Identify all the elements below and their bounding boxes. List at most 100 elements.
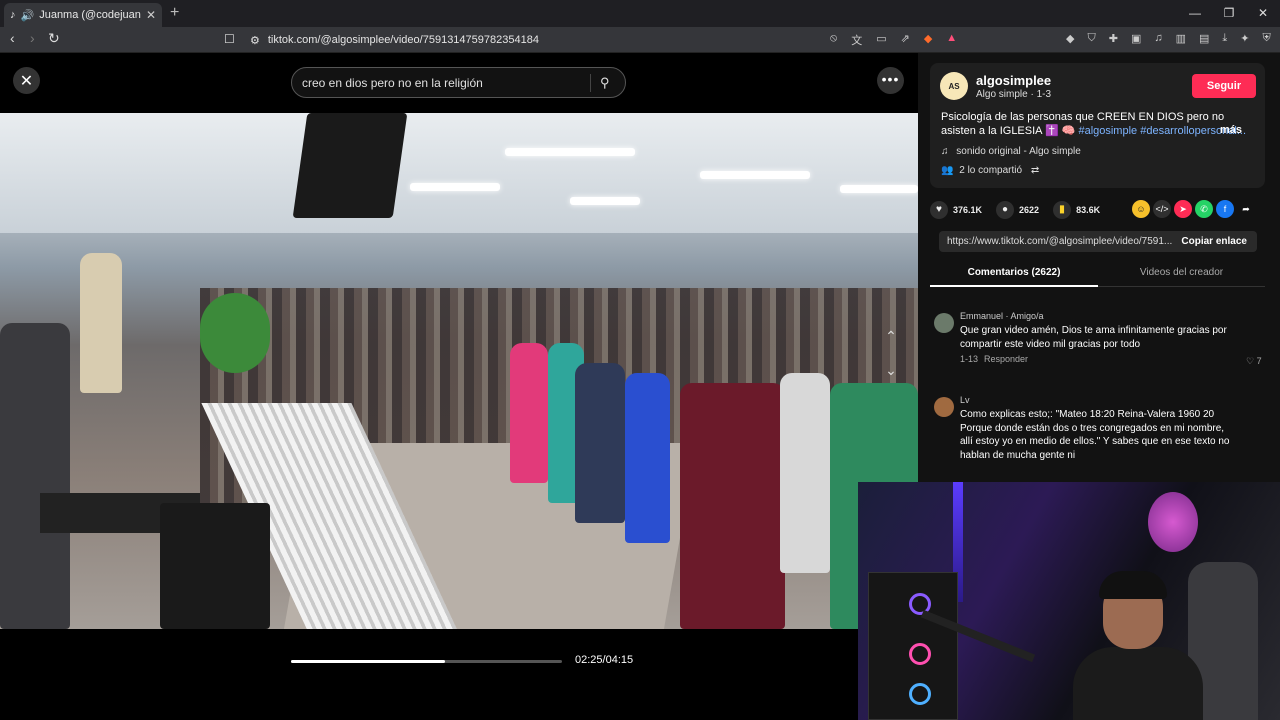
search-divider xyxy=(590,74,591,92)
bookmark-icon[interactable]: ☐ xyxy=(224,32,235,46)
copy-link-button[interactable]: Copiar enlace xyxy=(1181,236,1247,247)
sidebar-icon[interactable]: ▥ xyxy=(1176,32,1186,45)
reply-button[interactable]: Responder xyxy=(984,354,1028,364)
gift-icon[interactable]: ☺ xyxy=(1132,200,1150,218)
comment-author[interactable]: Lv xyxy=(960,395,970,405)
search-bar[interactable]: creo en dios pero no en la religión ⚲ xyxy=(291,67,626,98)
minimize-icon[interactable]: — xyxy=(1178,0,1212,27)
close-window-icon[interactable]: ✕ xyxy=(1246,0,1280,27)
extension-shield-icon[interactable]: ⛉ xyxy=(1087,32,1095,45)
webcam-fan xyxy=(909,643,931,665)
site-info-icon[interactable]: ⚙ xyxy=(250,34,260,47)
video-figure xyxy=(625,373,670,543)
video-light xyxy=(505,148,635,156)
close-video-button[interactable]: ✕ xyxy=(13,67,40,94)
comment-like-button[interactable]: ♡ 7 xyxy=(1246,356,1262,367)
tab-creator-videos[interactable]: Videos del creador xyxy=(1098,267,1265,278)
heart-icon: ♥ xyxy=(930,201,948,219)
facebook-icon[interactable]: f xyxy=(1216,200,1234,218)
back-icon[interactable]: ‹ xyxy=(10,30,15,46)
like-count: 376.1K xyxy=(953,205,983,215)
leo-icon[interactable]: ✦ xyxy=(1240,32,1249,45)
comment-author[interactable]: Emmanuel · Amigo/a xyxy=(960,311,1044,321)
webcam-person-body xyxy=(1073,647,1203,720)
send-icon[interactable]: ➤ xyxy=(1174,200,1192,218)
comment-text: Que gran video amén, Dios te ama infinit… xyxy=(960,325,1227,350)
reload-icon[interactable]: ↻ xyxy=(48,30,60,47)
comment-button[interactable]: ● 2622 xyxy=(996,201,1039,219)
media-icon[interactable]: ♫ xyxy=(1154,32,1162,45)
comment-date: 1-13 xyxy=(960,354,979,364)
like-button[interactable]: ♥ 376.1K xyxy=(930,201,982,219)
address-bar-actions: ⦸ 文 ▭ ⇗ ◆ ▲ xyxy=(830,32,957,48)
sound-name: sonido original - Algo simple xyxy=(956,146,1081,157)
cast-icon[interactable]: ▭ xyxy=(876,32,886,48)
video-flowers xyxy=(200,293,270,373)
search-icon[interactable]: ⚲ xyxy=(600,75,610,91)
translate-icon[interactable]: 文 xyxy=(851,32,862,48)
comment-item: Emmanuel · Amigo/a Que gran video amén, … xyxy=(934,311,1274,371)
creator-username[interactable]: algosimplee xyxy=(976,73,1051,88)
bookmark-icon: ▮ xyxy=(1053,201,1072,219)
next-video-icon[interactable]: ⌄ xyxy=(878,362,904,384)
panel-tabs: Comentarios (2622) Videos del creador xyxy=(930,263,1265,287)
forward-icon[interactable]: › xyxy=(30,30,35,46)
close-icon: ✕ xyxy=(19,72,34,90)
more-options-button[interactable]: ••• xyxy=(877,67,904,94)
window-controls: — ❐ ✕ xyxy=(1178,0,1280,27)
comment-text: Como explicas esto;: "Mateo 18:20 Reina-… xyxy=(960,409,1230,461)
video-speaker xyxy=(292,113,408,218)
sound-row[interactable]: ♫ sonido original - Algo simple xyxy=(941,146,1081,157)
extension-puzzle-icon[interactable]: ✚ xyxy=(1109,32,1118,45)
video-link[interactable]: https://www.tiktok.com/@algosimplee/vide… xyxy=(947,236,1172,247)
video-light xyxy=(570,197,640,205)
vpn-icon[interactable]: ⛨ xyxy=(1263,32,1271,45)
audio-playing-icon[interactable]: 🔊 xyxy=(21,9,35,22)
video-stage: ✕ creo en dios pero no en la religión ⚲ … xyxy=(0,53,918,720)
restore-icon[interactable]: ❐ xyxy=(1212,0,1246,27)
video-player[interactable] xyxy=(0,113,918,629)
comment-icon: ● xyxy=(996,201,1015,219)
video-light xyxy=(410,183,500,191)
download-icon[interactable]: ⤓ xyxy=(1222,32,1227,45)
avatar[interactable] xyxy=(934,313,954,333)
close-tab-icon[interactable]: ✕ xyxy=(146,8,156,22)
embed-icon[interactable]: </> xyxy=(1153,200,1171,218)
video-figure xyxy=(780,373,830,573)
creator-card: AS algosimplee Algo simple · 1-3 Seguir … xyxy=(930,63,1265,188)
browser-tab[interactable]: ♪ 🔊 Juanma (@codejuanma) | TikTok ✕ xyxy=(4,3,162,27)
rewards-icon[interactable]: ▲ xyxy=(946,32,957,48)
shared-row[interactable]: 👥 2 lo compartió ⇄ xyxy=(941,165,1039,176)
no-tracking-icon[interactable]: ⦸ xyxy=(830,32,837,48)
save-count: 83.6K xyxy=(1076,205,1101,215)
extension-diamond-icon[interactable]: ◆ xyxy=(1066,32,1074,45)
video-light xyxy=(700,171,810,179)
avatar[interactable] xyxy=(934,397,954,417)
search-input[interactable]: creo en dios pero no en la religión xyxy=(302,76,483,90)
video-description: Psicología de las personas que CREEN EN … xyxy=(941,110,1251,138)
comment-like-count: 7 xyxy=(1256,356,1262,366)
extension-box-icon[interactable]: ▣ xyxy=(1131,32,1141,45)
whatsapp-icon[interactable]: ✆ xyxy=(1195,200,1213,218)
webcam-person xyxy=(1073,571,1233,720)
shared-text: 2 lo compartió xyxy=(959,165,1023,176)
share-arrow-icon[interactable]: ➦ xyxy=(1237,200,1255,218)
tiktok-favicon-icon: ♪ xyxy=(10,9,16,21)
tab-comments[interactable]: Comentarios (2622) xyxy=(930,267,1098,278)
webcam-overlay xyxy=(858,482,1280,720)
url-text: tiktok.com/@algosimplee/video/7591314759… xyxy=(267,34,539,46)
save-button[interactable]: ▮ 83.6K xyxy=(1053,201,1100,219)
previous-video-icon[interactable]: ⌃ xyxy=(878,328,904,350)
video-time: 02:25/04:15 xyxy=(575,654,634,666)
wallet-icon[interactable]: ▤ xyxy=(1199,32,1209,45)
video-figure xyxy=(575,363,625,523)
video-progress-bar[interactable] xyxy=(291,660,562,663)
follow-button[interactable]: Seguir xyxy=(1192,74,1256,98)
tab-title: Juanma (@codejuanma) | TikTok xyxy=(39,9,141,21)
more-button[interactable]: más xyxy=(1220,124,1242,136)
new-tab-icon[interactable]: + xyxy=(170,4,179,22)
avatar[interactable]: AS xyxy=(940,72,968,100)
share-icon[interactable]: ⇗ xyxy=(901,32,910,48)
brave-shield-icon[interactable]: ◆ xyxy=(924,32,932,48)
webcam-person-cap xyxy=(1099,571,1167,599)
